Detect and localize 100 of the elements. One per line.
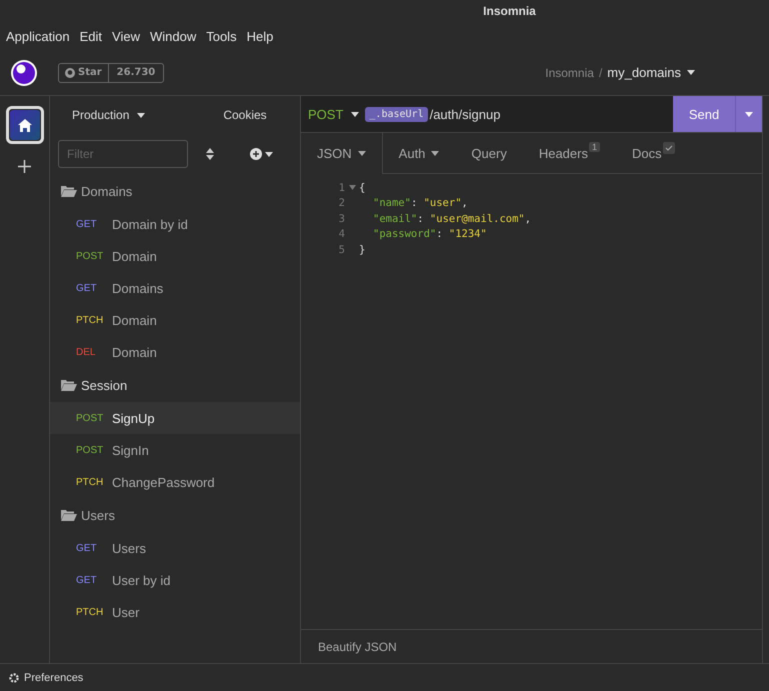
github-icon: [65, 68, 75, 78]
home-button[interactable]: [6, 106, 44, 144]
caret-icon: [687, 70, 695, 75]
code-token: "user@mail.com": [430, 212, 525, 225]
method-label: GET: [76, 218, 98, 230]
request-name: Domain: [112, 312, 157, 328]
request-name: SignUp: [112, 410, 155, 426]
request-item[interactable]: POST SignIn: [50, 434, 300, 466]
request-item[interactable]: GET Domains: [50, 272, 300, 304]
menu-item[interactable]: Tools: [206, 28, 237, 44]
breadcrumb-link[interactable]: Insomnia: [545, 66, 594, 80]
app-logo: [10, 58, 38, 86]
folder-row[interactable]: Users: [50, 498, 300, 532]
menu-item[interactable]: Window: [150, 28, 196, 44]
request-name: User by id: [112, 572, 171, 588]
project-dropdown[interactable]: my_domains: [607, 65, 695, 80]
menu-item[interactable]: Application: [6, 28, 70, 44]
create-button[interactable]: [250, 148, 273, 160]
preferences-button[interactable]: Preferences: [9, 672, 84, 684]
plus-circle-icon: [250, 148, 262, 160]
request-name: Domain by id: [112, 216, 188, 232]
folder-name: Users: [81, 508, 115, 522]
menu-item[interactable]: Edit: [80, 28, 102, 44]
method-label: POST: [76, 250, 104, 262]
code-token: "name": [373, 197, 411, 210]
request-name: Domain: [112, 344, 157, 360]
request-item[interactable]: GET Domain by id: [50, 208, 300, 240]
method-label: DEL: [76, 346, 96, 358]
folder-icon: [61, 379, 77, 391]
star-button[interactable]: Star: [59, 64, 109, 82]
add-button[interactable]: [18, 160, 31, 173]
caret-icon: [137, 112, 146, 118]
method-label: PTCH: [76, 606, 104, 618]
request-item[interactable]: PTCH User: [50, 596, 300, 628]
home-icon: [18, 118, 32, 132]
line-number: 2: [338, 197, 345, 210]
tab[interactable]: Auth: [382, 133, 456, 173]
folder-icon: [61, 185, 77, 197]
count-badge: 1: [588, 142, 600, 152]
line-number: 3: [338, 212, 345, 225]
method-label: GET: [76, 574, 98, 586]
code-token: ,: [524, 212, 532, 225]
folder-row[interactable]: Domains: [50, 174, 300, 208]
caret-icon: [351, 112, 360, 116]
line-number: 1: [338, 182, 345, 194]
environment-dropdown[interactable]: Production: [72, 108, 146, 122]
variable-tag[interactable]: _.baseUrl: [365, 106, 428, 122]
tab[interactable]: Query: [455, 133, 523, 173]
folder-name: Domains: [81, 184, 132, 198]
code-token: :: [410, 197, 418, 210]
code-token: "email": [373, 212, 418, 225]
tab[interactable]: JSON: [301, 133, 383, 174]
plus-icon: [18, 160, 31, 173]
code-token: ,: [462, 197, 468, 210]
breadcrumb-separator: /: [598, 66, 602, 80]
beautify-button[interactable]: Beautify JSON: [318, 640, 397, 654]
request-item[interactable]: PTCH ChangePassword: [50, 466, 300, 498]
tab[interactable]: Headers 1: [522, 133, 616, 173]
method-label: POST: [76, 444, 104, 456]
method-label: GET: [76, 542, 98, 554]
request-item[interactable]: POST SignUp: [50, 402, 300, 434]
send-options-button[interactable]: [735, 96, 762, 132]
settings-icon: [9, 672, 19, 682]
code-token: {: [359, 182, 366, 194]
request-name: Domains: [112, 280, 164, 296]
request-item[interactable]: DEL Domain: [50, 336, 300, 368]
method-label: PTCH: [76, 314, 104, 326]
window-title: Insomnia: [483, 4, 536, 18]
method-label: POST: [76, 412, 104, 424]
request-item[interactable]: POST Domain: [50, 240, 300, 272]
folder-row[interactable]: Session: [50, 368, 300, 402]
cookies-button[interactable]: Cookies: [190, 108, 300, 122]
filter-field[interactable]: Filter: [58, 140, 188, 168]
fold-icon[interactable]: [348, 185, 356, 190]
code-token: "password": [373, 228, 436, 240]
tab[interactable]: Docs: [616, 133, 691, 173]
request-item[interactable]: GET Users: [50, 532, 300, 564]
send-button[interactable]: Send: [673, 96, 735, 132]
code-token: "user": [424, 197, 462, 210]
request-item[interactable]: GET User by id: [50, 564, 300, 596]
method-label: PTCH: [76, 476, 104, 488]
folder-icon: [61, 509, 77, 521]
code-token: "1234": [448, 228, 487, 240]
url-path[interactable]: /auth/signup: [430, 106, 500, 122]
method-dropdown[interactable]: POST: [301, 106, 360, 122]
line-number: 4: [338, 228, 345, 240]
code-token: :: [436, 228, 444, 240]
menu-item[interactable]: Help: [246, 28, 274, 44]
caret-icon: [745, 112, 753, 116]
request-name: Users: [112, 540, 146, 556]
star-count: 26.730: [116, 66, 156, 80]
sort-button[interactable]: [206, 148, 214, 160]
request-name: SignIn: [112, 442, 149, 458]
sort-icon: [206, 148, 214, 160]
request-name: User: [112, 604, 140, 620]
caret-icon: [265, 152, 273, 156]
request-item[interactable]: PTCH Domain: [50, 304, 300, 336]
code-token: }: [359, 244, 366, 256]
line-number: 5: [338, 244, 345, 256]
menu-item[interactable]: View: [112, 28, 140, 44]
